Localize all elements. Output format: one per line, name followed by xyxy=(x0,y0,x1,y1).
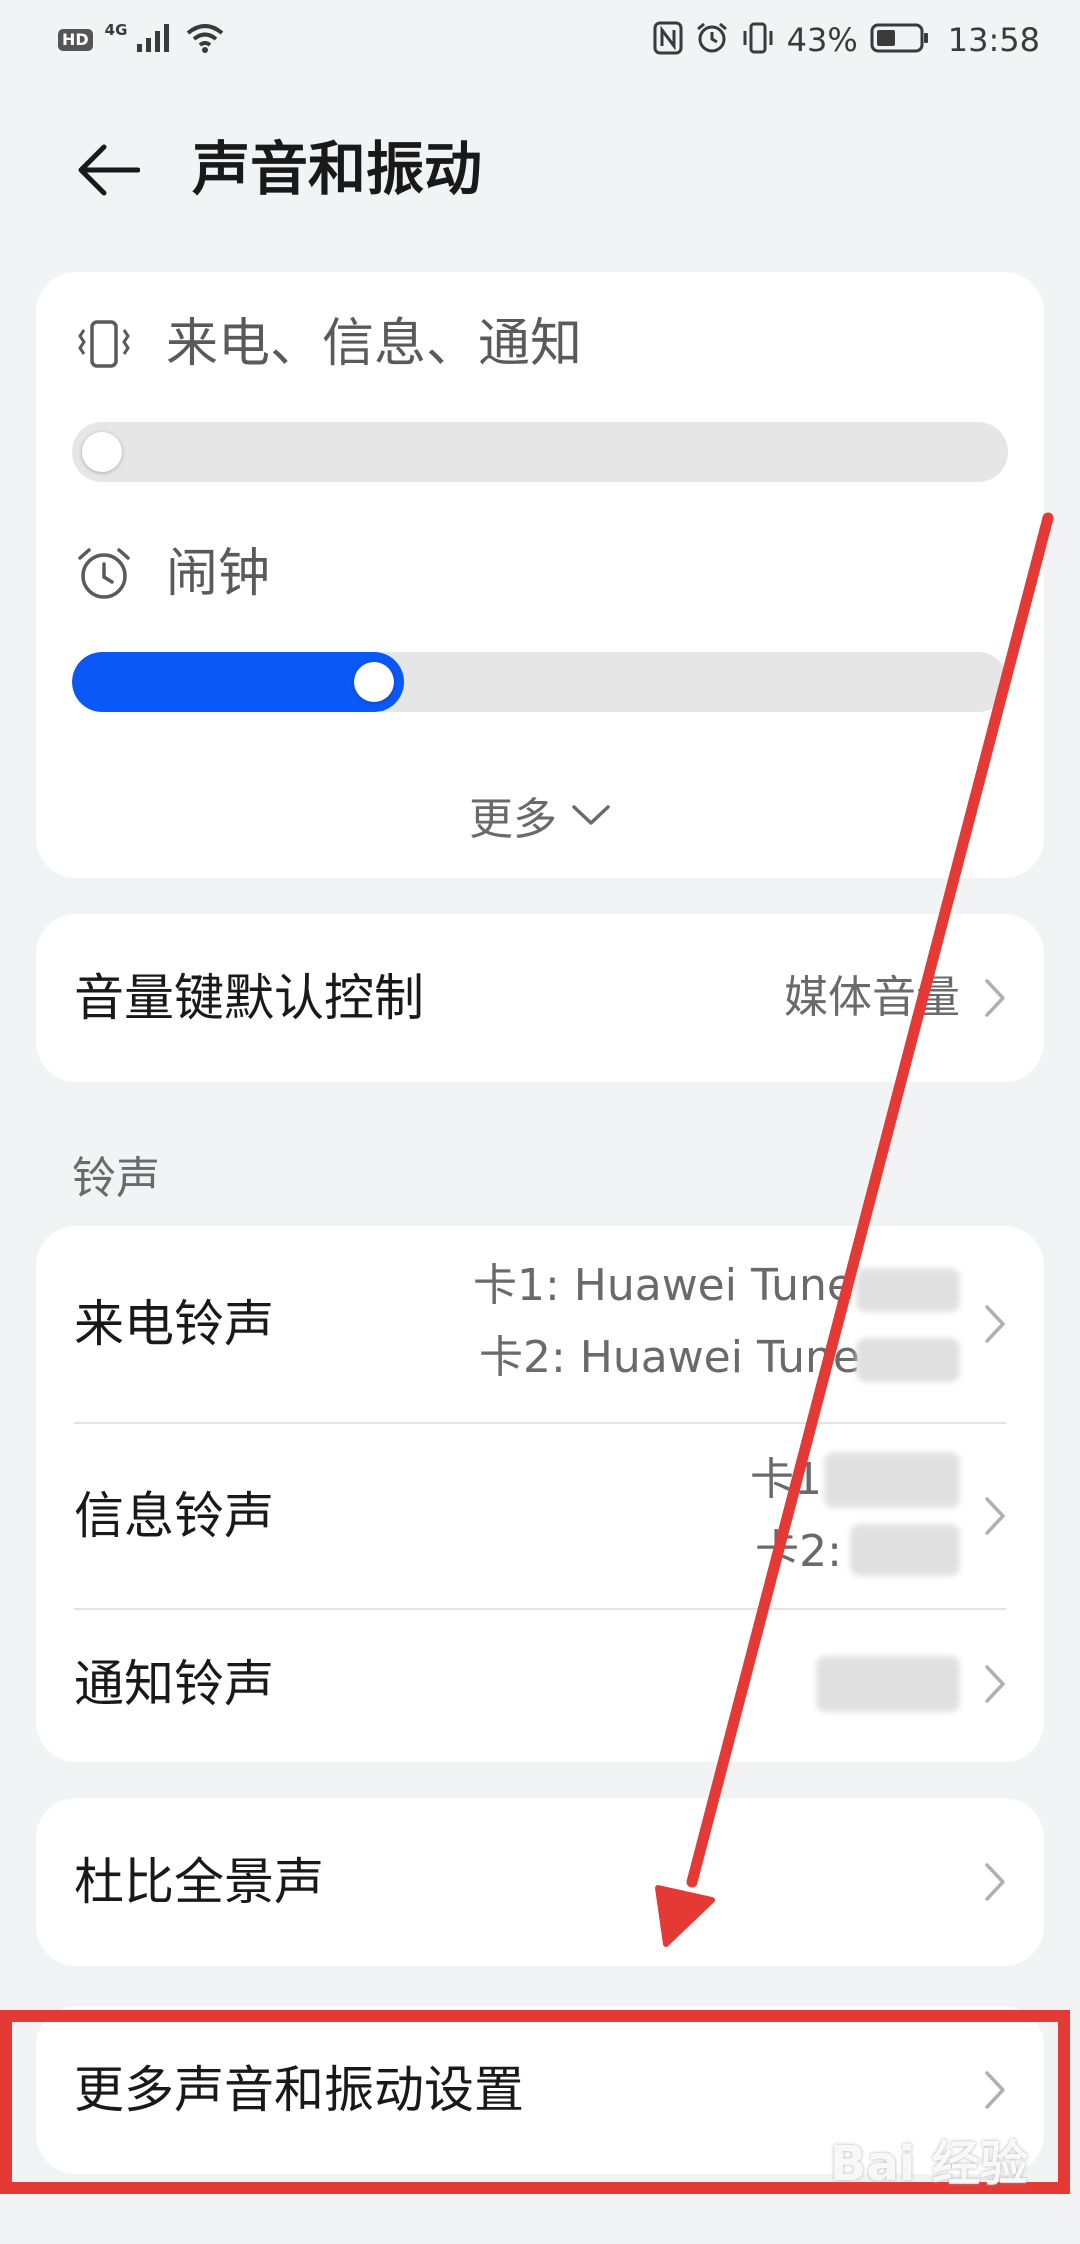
more-volume-label: 更多 xyxy=(469,794,557,845)
vibrate-ring-icon xyxy=(72,312,136,376)
chevron-down-icon xyxy=(572,805,610,825)
vibrate-status-icon xyxy=(741,21,775,59)
ringtone-card: 来电铃声 卡1: Huawei Tune 卡2: Huawei Tune 信息铃… xyxy=(36,1226,1044,1762)
alarm-clock-icon xyxy=(72,542,136,606)
ringer-volume-label: 来电、信息、通知 xyxy=(166,314,583,374)
blurred-text xyxy=(824,1452,960,1508)
nfc-icon xyxy=(653,21,683,59)
page-title: 声音和振动 xyxy=(192,135,483,203)
battery-icon xyxy=(870,22,930,58)
notification-ringtone-row[interactable]: 通知铃声 xyxy=(36,1610,1044,1762)
chevron-right-icon xyxy=(980,2068,1010,2112)
message-ringtone-title: 信息铃声 xyxy=(74,1487,274,1545)
battery-percent: 43% xyxy=(786,21,858,59)
hd-badge: HD xyxy=(58,29,93,51)
dolby-card: 杜比全景声 xyxy=(36,1798,1044,1966)
ringer-slider-thumb[interactable] xyxy=(82,432,122,472)
alarm-volume-label: 闹钟 xyxy=(166,544,271,604)
volume-key-title: 音量键默认控制 xyxy=(74,969,424,1027)
signal-icon xyxy=(135,22,173,58)
blurred-text xyxy=(850,1524,960,1576)
status-right: 43% 13:58 xyxy=(653,21,1040,59)
ringtone-section-label: 铃声 xyxy=(72,1153,160,1204)
blurred-text xyxy=(856,1268,960,1312)
blurred-text xyxy=(816,1656,960,1712)
app-header: 声音和振动 xyxy=(0,112,1080,224)
baidu-watermark: Bai 经验 xyxy=(829,2136,1028,2192)
volume-key-value: 媒体音量 xyxy=(784,972,960,1023)
chevron-right-icon xyxy=(980,1860,1010,1904)
alarm-volume-slider[interactable] xyxy=(72,652,1008,712)
more-settings-title: 更多声音和振动设置 xyxy=(74,2061,524,2119)
alarm-status-icon xyxy=(695,21,729,59)
message-ringtone-row[interactable]: 信息铃声 卡1 卡2: xyxy=(36,1424,1044,1608)
message-ringtone-value-1: 卡1 xyxy=(750,1454,822,1505)
call-ringtone-row[interactable]: 来电铃声 卡1: Huawei Tune 卡2: Huawei Tune xyxy=(36,1226,1044,1422)
more-volume-toggle[interactable]: 更多 xyxy=(36,780,1044,850)
dolby-row[interactable]: 杜比全景声 xyxy=(36,1798,1044,1966)
chevron-right-icon xyxy=(980,1494,1010,1538)
chevron-right-icon xyxy=(980,976,1010,1020)
chevron-right-icon xyxy=(980,1302,1010,1346)
status-bar: HD 4G 43% 13:58 xyxy=(0,0,1080,80)
message-ringtone-value-2: 卡2: xyxy=(755,1526,842,1577)
back-button[interactable] xyxy=(72,134,144,206)
volume-key-card: 音量键默认控制 媒体音量 xyxy=(36,914,1044,1082)
blurred-text xyxy=(856,1338,960,1382)
chevron-right-icon xyxy=(980,1662,1010,1706)
call-ringtone-value-2: 卡2: Huawei Tune xyxy=(478,1332,860,1383)
notification-ringtone-title: 通知铃声 xyxy=(74,1655,274,1713)
alarm-slider-thumb[interactable] xyxy=(353,662,394,702)
volume-key-row[interactable]: 音量键默认控制 媒体音量 xyxy=(36,914,1044,1082)
back-arrow-icon xyxy=(78,144,140,196)
dolby-title: 杜比全景声 xyxy=(74,1853,324,1911)
clock: 13:58 xyxy=(947,21,1040,59)
call-ringtone-value-1: 卡1: Huawei Tune xyxy=(472,1260,854,1311)
wifi-icon xyxy=(185,22,225,58)
call-ringtone-title: 来电铃声 xyxy=(74,1295,274,1353)
status-left: HD 4G xyxy=(58,21,225,58)
volume-card: 来电、信息、通知 闹钟 更多 xyxy=(36,272,1044,878)
network-type: 4G xyxy=(104,21,128,39)
ringer-volume-slider[interactable] xyxy=(72,422,1008,482)
